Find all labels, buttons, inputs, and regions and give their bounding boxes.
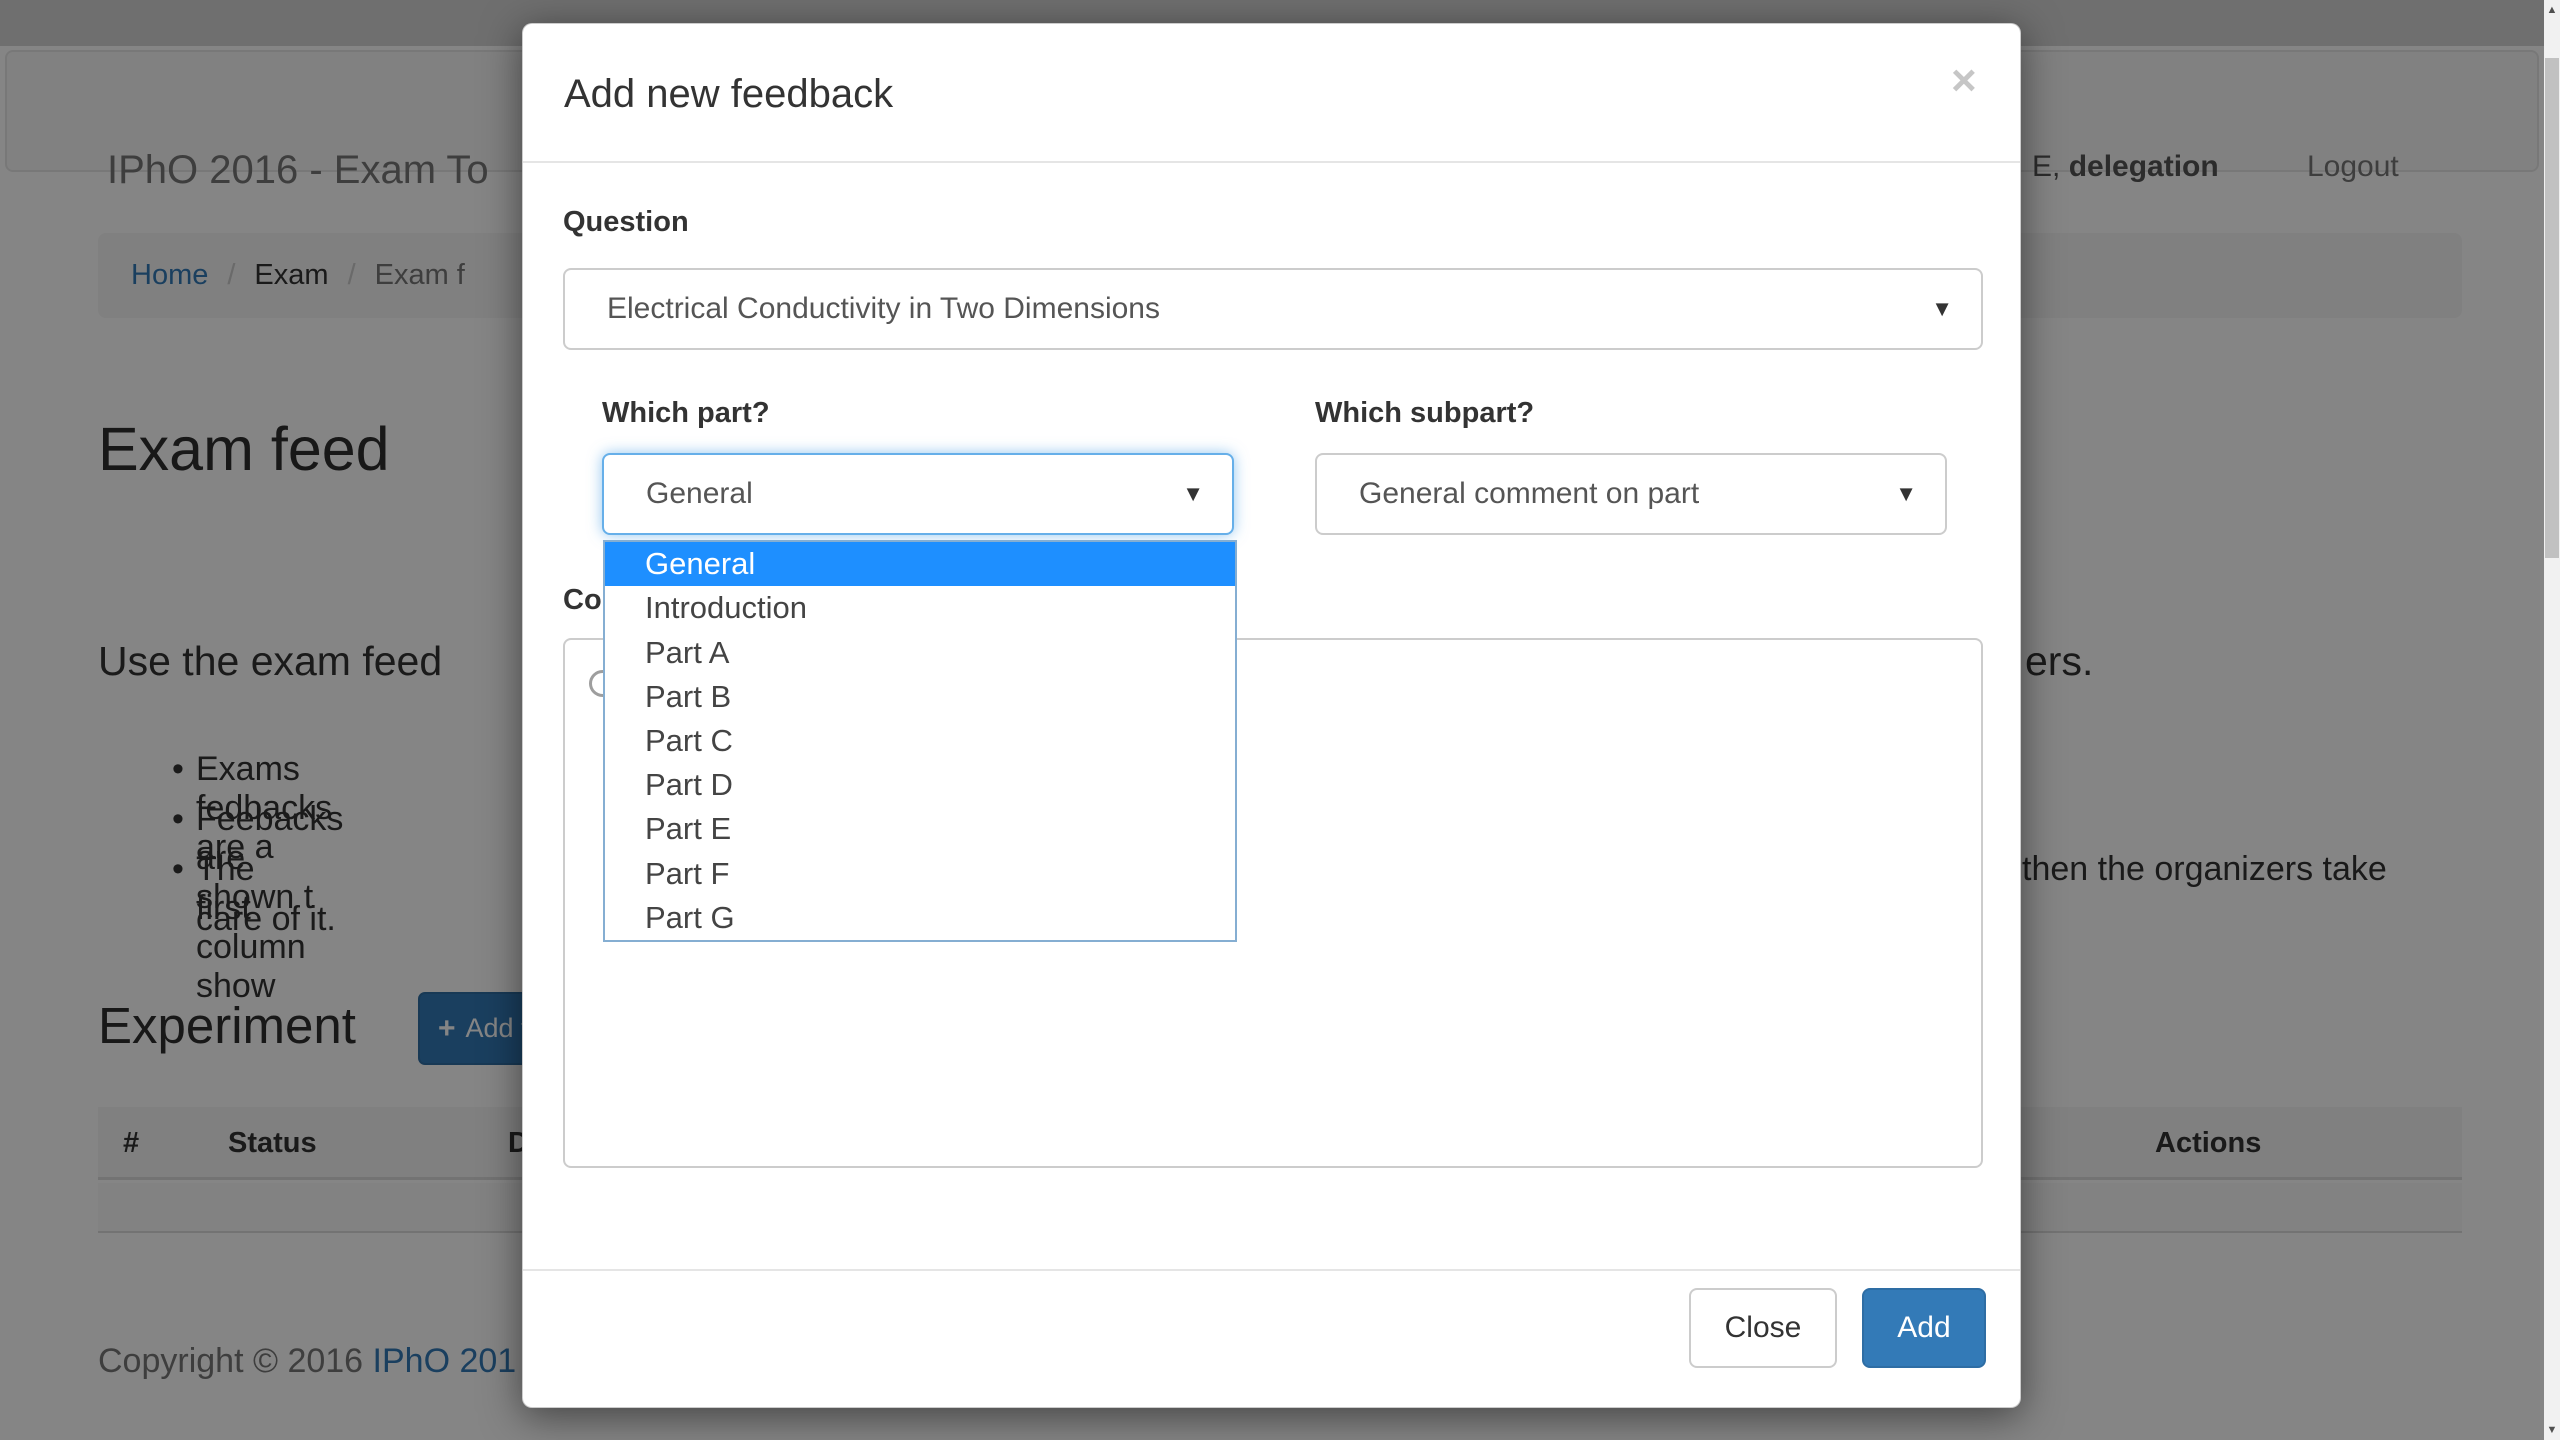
dropdown-option-general[interactable]: General [605, 542, 1235, 586]
scrollbar-up-icon[interactable]: ▲ [2544, 2, 2560, 18]
part-select-value: General [646, 477, 753, 511]
question-label: Question [563, 206, 689, 239]
subpart-select-value: General comment on part [1359, 477, 1699, 511]
caret-down-icon: ▼ [1895, 481, 1917, 507]
subpart-select[interactable]: General comment on part ▼ [1315, 453, 1947, 535]
part-label: Which part? [602, 397, 770, 430]
question-select[interactable]: Electrical Conductivity in Two Dimension… [563, 268, 1983, 350]
scrollbar-down-icon[interactable]: ▼ [2544, 1422, 2560, 1438]
caret-down-icon: ▼ [1931, 296, 1953, 322]
dropdown-option-introduction[interactable]: Introduction [605, 586, 1235, 630]
part-select[interactable]: General ▼ [602, 453, 1234, 535]
modal-header-divider [523, 161, 2020, 163]
modal-title: Add new feedback [564, 72, 893, 117]
scrollbar[interactable]: ▲ ▼ [2544, 0, 2560, 1440]
dropdown-option-part-c[interactable]: Part C [605, 719, 1235, 763]
dropdown-option-part-a[interactable]: Part A [605, 630, 1235, 674]
question-select-value: Electrical Conductivity in Two Dimension… [607, 292, 1160, 326]
add-button[interactable]: Add [1862, 1288, 1986, 1368]
close-icon[interactable]: × [1951, 56, 1977, 106]
dropdown-option-part-e[interactable]: Part E [605, 807, 1235, 851]
dropdown-option-part-f[interactable]: Part F [605, 852, 1235, 896]
close-button[interactable]: Close [1689, 1288, 1837, 1368]
part-dropdown-list: General Introduction Part A Part B Part … [603, 540, 1237, 942]
dropdown-option-part-g[interactable]: Part G [605, 896, 1235, 940]
dropdown-option-part-b[interactable]: Part B [605, 675, 1235, 719]
dropdown-option-part-d[interactable]: Part D [605, 763, 1235, 807]
caret-down-icon: ▼ [1182, 481, 1204, 507]
scrollbar-thumb[interactable] [2545, 58, 2559, 558]
add-feedback-modal: Add new feedback × Question Electrical C… [522, 23, 2021, 1408]
subpart-label: Which subpart? [1315, 397, 1534, 430]
modal-footer-divider [523, 1269, 2020, 1271]
